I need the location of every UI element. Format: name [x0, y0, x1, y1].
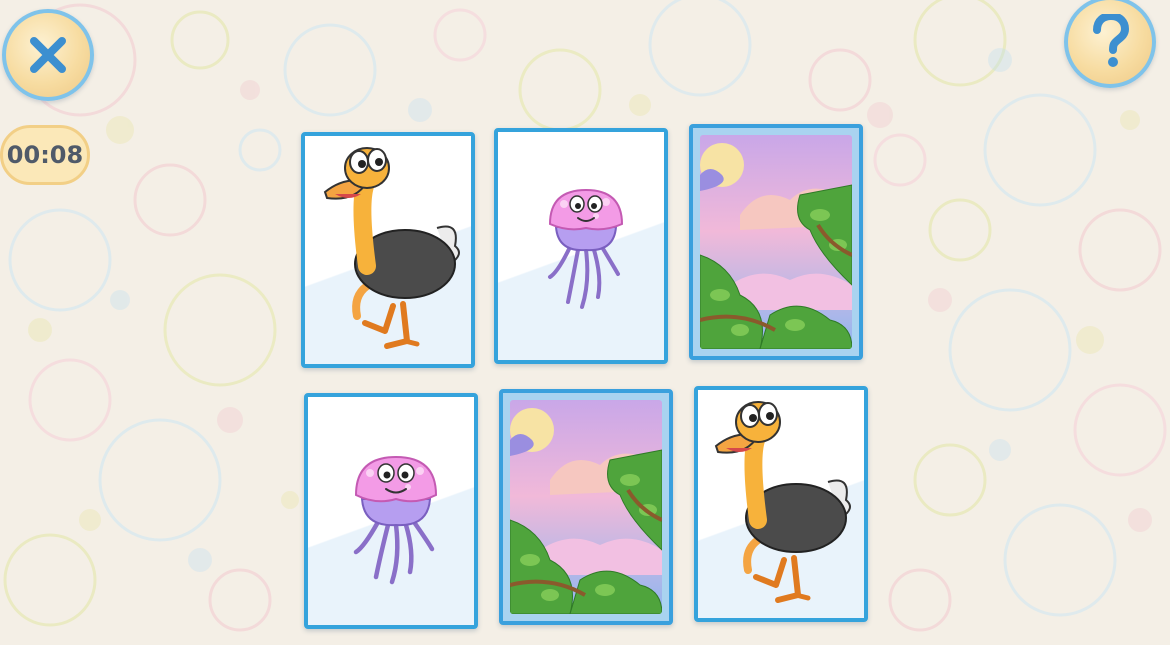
close-icon: [30, 37, 66, 73]
memory-card-jellyfish[interactable]: [494, 128, 668, 364]
ostrich-illustration: [323, 147, 460, 349]
memory-card-face-down[interactable]: [689, 124, 863, 360]
sky-card-back: [510, 400, 662, 614]
help-button[interactable]: [1064, 0, 1156, 88]
sky-card-back: [700, 135, 852, 349]
jellyfish-illustration: [353, 455, 438, 585]
memory-card-face-down[interactable]: [499, 389, 673, 625]
memory-card-ostrich[interactable]: [301, 132, 475, 368]
memory-card-jellyfish[interactable]: [304, 393, 478, 629]
help-icon: [1093, 14, 1130, 67]
jellyfish-illustration: [548, 188, 624, 309]
timer-display: 00:08: [0, 125, 90, 185]
ostrich-illustration: [714, 401, 851, 603]
close-button[interactable]: [2, 9, 94, 101]
memory-card-ostrich[interactable]: [694, 386, 868, 622]
